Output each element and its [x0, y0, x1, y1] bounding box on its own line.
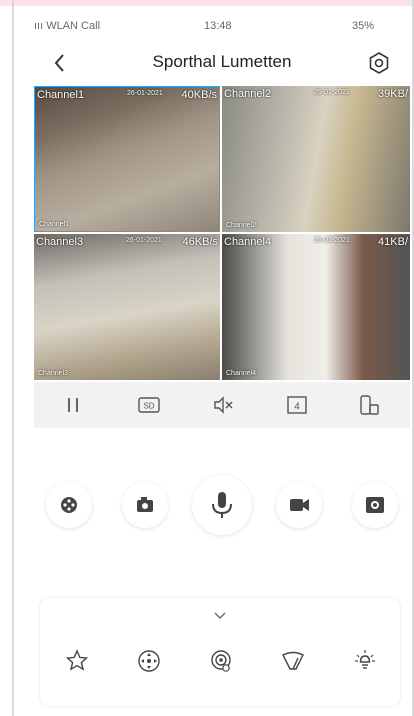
ptz-panel	[40, 598, 400, 706]
sd-quality-icon: SD	[138, 397, 160, 413]
camera-timestamp: 26-01-2021	[314, 237, 350, 244]
snapshot-button[interactable]	[122, 482, 168, 528]
gear-icon	[369, 52, 389, 74]
status-bar: ııı WLAN Call 13:48 35%	[34, 20, 394, 38]
split-count: 4	[294, 402, 300, 413]
settings-button[interactable]	[366, 50, 392, 76]
video-icon	[290, 499, 309, 511]
camera-osd-label: Channel2	[226, 222, 256, 229]
lens-icon	[211, 650, 231, 672]
joystick-icon	[61, 497, 77, 513]
playback-toolbar: SD 4	[34, 382, 410, 428]
favorite-button[interactable]	[62, 646, 92, 676]
rotate-device-icon	[360, 395, 379, 415]
camera-tile-2[interactable]: Channel2 26-01-2021 39KB/ Channel2	[222, 86, 410, 232]
top-accent-strip	[0, 0, 414, 6]
split-screen-icon: 4	[287, 396, 307, 414]
camera-osd-label: Channel3	[38, 370, 68, 377]
chevron-down-icon	[214, 612, 226, 619]
camera-grid: Channel1 26-01-2021 40KB/s Channel1 Chan…	[34, 86, 410, 380]
light-button[interactable]	[350, 646, 380, 676]
screenshot-icon	[366, 497, 384, 513]
split-view-button[interactable]: 4	[284, 392, 310, 418]
camera-tile-1[interactable]: Channel1 26-01-2021 40KB/s Channel1	[34, 86, 220, 232]
microphone-icon	[212, 492, 232, 518]
collapse-button[interactable]	[210, 608, 230, 624]
screenshot-button[interactable]	[352, 482, 398, 528]
quality-label: SD	[143, 402, 154, 411]
record-button[interactable]	[276, 482, 322, 528]
camera-label: Channel2	[224, 88, 272, 100]
camera-bitrate: 39KB/	[378, 88, 408, 100]
camera-osd-label: Channel4	[226, 370, 256, 377]
clock: 13:48	[204, 20, 232, 32]
header: Sporthal Lumetten	[34, 46, 404, 82]
rotate-button[interactable]	[356, 392, 382, 418]
back-button[interactable]	[48, 48, 72, 78]
direction-button[interactable]	[134, 646, 164, 676]
talk-button[interactable]	[192, 475, 252, 535]
camera-timestamp: 26-01-2021	[314, 89, 350, 96]
wiper-button[interactable]	[278, 646, 308, 676]
quality-button[interactable]: SD	[136, 392, 162, 418]
ptz-button[interactable]	[46, 482, 92, 528]
pause-button[interactable]	[60, 392, 86, 418]
camera-label: Channel1	[37, 89, 85, 101]
camera-bitrate: 41KB/	[378, 236, 408, 248]
camera-tile-4[interactable]: Channel4 26-01-2021 41KB/ Channel4	[222, 234, 410, 380]
screen-edge-left	[12, 0, 14, 716]
camera-bitrate: 46KB/s	[182, 236, 218, 248]
battery-label: 35%	[352, 20, 375, 32]
camera-tile-3[interactable]: Channel3 26-01-2021 46KB/s Channel3	[34, 234, 220, 380]
carrier-label: ııı WLAN Call	[34, 20, 101, 32]
light-icon	[355, 650, 375, 669]
camera-timestamp: 26-01-2021	[126, 237, 162, 244]
pause-icon	[68, 398, 78, 412]
star-icon	[65, 649, 89, 671]
speaker-mute-icon	[214, 396, 233, 414]
lens-button[interactable]	[206, 646, 236, 676]
direction-pad-icon	[138, 650, 160, 672]
page-title: Sporthal Lumetten	[152, 52, 292, 71]
camera-timestamp: 26-01-2021	[127, 90, 163, 97]
mute-button[interactable]	[210, 392, 236, 418]
camera-label: Channel3	[36, 236, 84, 248]
camera-bitrate: 40KB/s	[181, 89, 217, 101]
action-row	[34, 475, 410, 542]
wiper-icon	[282, 651, 304, 670]
camera-icon	[137, 497, 153, 512]
camera-label: Channel4	[224, 236, 272, 248]
chevron-left-icon	[54, 54, 64, 72]
camera-osd-label: Channel1	[39, 221, 69, 228]
